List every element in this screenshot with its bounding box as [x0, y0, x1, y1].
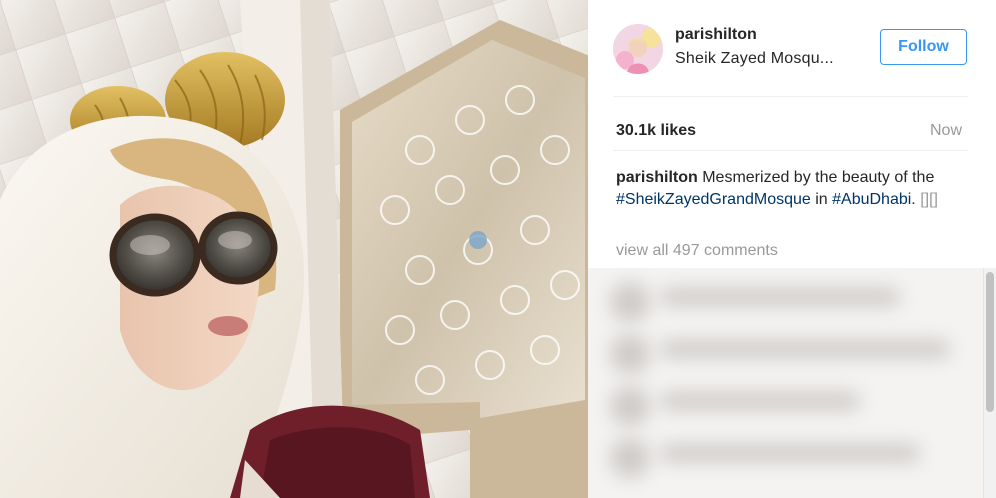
location-link[interactable]: Sheik Zayed Mosqu...: [675, 50, 834, 68]
avatar[interactable]: [613, 24, 663, 74]
hashtag-link[interactable]: #AbuDhabi: [832, 191, 911, 208]
caption-text: in: [810, 191, 833, 208]
blurred-avatar: [610, 438, 650, 478]
username-link[interactable]: parishilton: [675, 26, 757, 44]
hashtag-link[interactable]: #SheikZayedGrandMosque: [616, 191, 811, 208]
profile-photo-icon: [613, 24, 663, 74]
caption-text: Mesmerized by the beauty of the: [697, 169, 935, 186]
blurred-comment: [660, 392, 860, 410]
post-header: parishilton Sheik Zayed Mosqu... Follow: [588, 0, 983, 96]
view-all-comments-link[interactable]: view all 497 comments: [616, 242, 778, 260]
post-side-panel: parishilton Sheik Zayed Mosqu... Follow …: [588, 0, 996, 498]
likes-count[interactable]: 30.1k likes: [616, 122, 696, 140]
divider: [613, 96, 968, 97]
blurred-comment: [660, 444, 920, 462]
blurred-comment: [660, 340, 950, 358]
post-caption: parishilton Mesmerized by the beauty of …: [616, 167, 971, 211]
blurred-avatar: [610, 334, 650, 374]
divider: [613, 150, 968, 151]
caption-text: .: [911, 191, 921, 208]
comments-scrollbar[interactable]: [983, 268, 996, 498]
scrollbar-thumb[interactable]: [986, 272, 994, 412]
blurred-avatar: [610, 282, 650, 322]
caption-username-link[interactable]: parishilton: [616, 169, 698, 186]
blurred-avatar: [610, 386, 650, 426]
post-timestamp[interactable]: Now: [930, 122, 962, 140]
follow-button[interactable]: Follow: [880, 29, 967, 65]
post-photo[interactable]: [0, 0, 588, 498]
comments-list-blurred: [588, 268, 983, 498]
emoji-placeholder: [][]: [920, 191, 938, 208]
blurred-comment: [660, 288, 900, 306]
selfie-photo-image: [0, 0, 588, 498]
